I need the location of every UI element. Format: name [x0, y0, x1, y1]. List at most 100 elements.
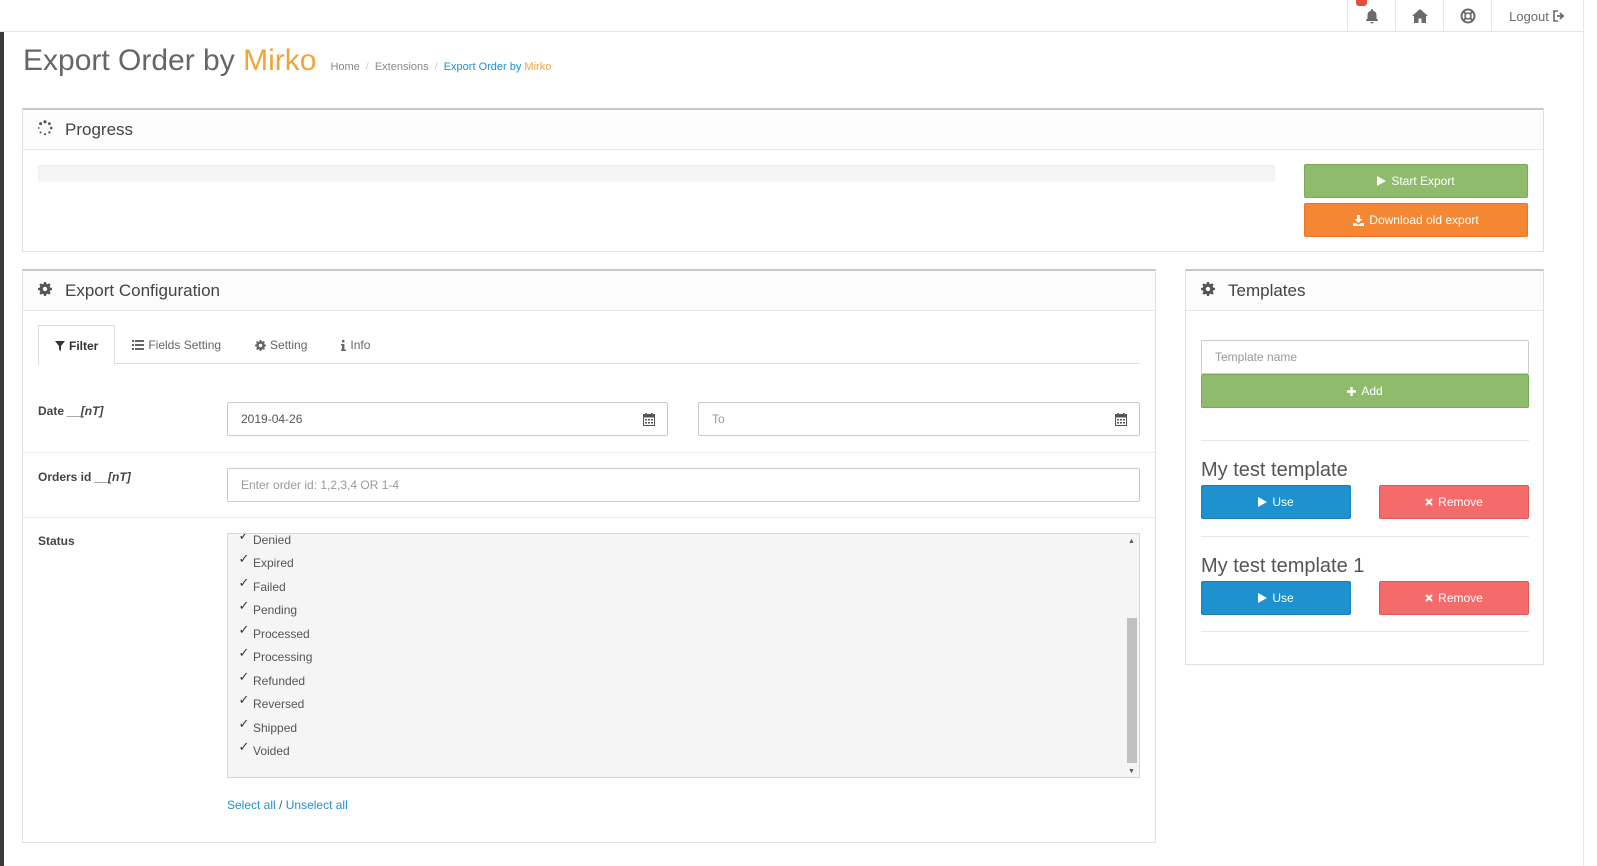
status-checkbox-item[interactable]: ✓ Refunded: [238, 669, 312, 693]
close-icon: [1425, 498, 1433, 506]
calendar-icon: [1114, 412, 1127, 426]
download-icon: [1353, 214, 1365, 226]
scroll-up-icon[interactable]: ▲: [1128, 538, 1135, 545]
select-links-separator: /: [279, 798, 283, 812]
checkmark-icon[interactable]: ✓: [238, 646, 250, 659]
scroll-down-icon[interactable]: ▼: [1128, 768, 1135, 775]
start-export-button[interactable]: Start Export: [1304, 164, 1528, 198]
checkmark-icon[interactable]: ✓: [238, 599, 250, 612]
checkmark-icon[interactable]: ✓: [238, 623, 250, 636]
status-checkbox-item[interactable]: ✓ Processing: [238, 646, 313, 670]
play-icon: [1258, 497, 1268, 507]
tab-setting[interactable]: Setting: [238, 325, 324, 364]
tab-filter[interactable]: Filter: [38, 325, 116, 365]
progress-panel-heading: Progress: [23, 110, 1543, 150]
date-to-calendar-button[interactable]: [1102, 402, 1140, 436]
spinner-icon: [37, 119, 53, 140]
tab-setting-label: Setting: [270, 338, 308, 352]
status-checkbox-label: Pending: [253, 603, 298, 618]
list-icon: [132, 340, 145, 350]
export-progress-bar: [38, 165, 1275, 182]
date-to-input[interactable]: To: [698, 402, 1103, 436]
status-checkbox-label: Shipped: [253, 720, 298, 735]
gear-icon: [255, 339, 267, 351]
remove-template-label: Remove: [1438, 591, 1483, 605]
use-template-label: Use: [1272, 591, 1294, 605]
breadcrumb-extensions[interactable]: Extensions: [375, 61, 429, 73]
checkmark-icon[interactable]: ✓: [238, 693, 250, 706]
use-template-button[interactable]: Use: [1201, 581, 1351, 615]
status-checkbox-label: Processing: [253, 650, 313, 665]
status-checkbox-item[interactable]: ✓ Shipped: [238, 716, 312, 740]
status-checkbox-label: Failed: [253, 579, 286, 594]
template-name-input[interactable]: Template name: [1201, 340, 1529, 374]
templates-heading: Templates: [1228, 280, 1306, 300]
download-old-export-button[interactable]: Download old export: [1304, 203, 1528, 237]
status-checkbox-label: Reversed: [253, 697, 305, 712]
orders-id-row: Orders id __[nT] Enter order id: 1,2,3,4…: [23, 453, 1155, 518]
select-all-link[interactable]: Select all: [227, 798, 276, 812]
remove-template-button[interactable]: Remove: [1379, 581, 1529, 615]
logout-button[interactable]: Logout: [1491, 0, 1583, 32]
date-from-input[interactable]: 2019-04-26: [227, 402, 631, 436]
status-checkbox-item[interactable]: ✓ Pending: [238, 599, 312, 623]
status-checkbox-item[interactable]: ✓ Processed: [238, 622, 312, 646]
help-button[interactable]: [1443, 0, 1491, 32]
date-row: Date __[nT] 2019-04-26 To: [23, 386, 1155, 453]
status-checkbox-item[interactable]: ✓ Denied: [238, 533, 312, 552]
template-divider: [1201, 440, 1529, 441]
home-icon: [1411, 9, 1428, 23]
checkmark-icon[interactable]: ✓: [238, 670, 250, 683]
top-navbar: Logout: [0, 0, 1583, 32]
checkmark-icon[interactable]: ✓: [238, 552, 250, 565]
checkmark-icon[interactable]: ✓: [238, 576, 250, 589]
config-heading: Export Configuration: [65, 280, 220, 300]
date-label-hint: __[nT]: [67, 404, 104, 418]
scroll-thumb[interactable]: [1127, 618, 1137, 763]
templates-panel-heading: Templates: [1186, 271, 1543, 311]
checkmark-icon[interactable]: ✓: [238, 534, 250, 542]
breadcrumb-home[interactable]: Home: [330, 61, 359, 73]
checkmark-icon[interactable]: ✓: [238, 740, 250, 753]
page-title-main: Export Order by: [23, 44, 235, 77]
template-divider: [1201, 536, 1529, 537]
status-checkbox-item[interactable]: ✓ Reversed: [238, 693, 312, 717]
home-button[interactable]: [1395, 0, 1443, 32]
breadcrumb-current-main: Export Order by: [443, 61, 522, 73]
status-checkbox-label: Processed: [253, 626, 310, 641]
status-checkbox-item[interactable]: ✓ Voided: [238, 740, 312, 764]
status-checkbox-label: Denied: [253, 533, 292, 547]
status-checkbox-label: Refunded: [253, 673, 306, 688]
logout-label: Logout: [1509, 8, 1549, 24]
date-label-text: Date: [38, 404, 65, 418]
progress-heading: Progress: [65, 119, 134, 139]
date-from-calendar-button[interactable]: [630, 402, 668, 436]
status-list-scrollbar[interactable]: ▲ ▼: [1126, 534, 1139, 777]
breadcrumb-current[interactable]: Export Order by Mirko: [444, 61, 552, 73]
bell-icon: [1365, 9, 1378, 24]
templates-panel: Templates Template name Add My test temp…: [1185, 269, 1544, 665]
remove-template-button[interactable]: Remove: [1379, 485, 1529, 519]
remove-template-label: Remove: [1438, 495, 1483, 509]
close-icon: [1425, 594, 1433, 602]
filter-icon: [55, 340, 65, 351]
use-template-button[interactable]: Use: [1201, 485, 1351, 519]
template-divider: [1201, 631, 1529, 632]
add-template-button[interactable]: Add: [1201, 374, 1529, 408]
orders-id-input[interactable]: Enter order id: 1,2,3,4 OR 1-4: [227, 468, 1140, 502]
checkmark-icon[interactable]: ✓: [238, 717, 250, 730]
tab-fields-setting[interactable]: Fields Setting: [115, 325, 238, 364]
add-template-label: Add: [1361, 384, 1383, 398]
notifications-button[interactable]: [1347, 0, 1395, 32]
status-list: ✓ Denied ✓ Expired ✓ Failed ✓ Pending ✓ Processed…: [238, 533, 313, 764]
calendar-icon: [642, 412, 655, 426]
window-scrollbar[interactable]: [1583, 0, 1597, 866]
status-checkbox-list[interactable]: ✓ Denied ✓ Expired ✓ Failed ✓ Pending ✓ Processed…: [227, 533, 1140, 778]
unselect-all-link[interactable]: Unselect all: [286, 798, 348, 812]
tab-info[interactable]: Info: [324, 325, 387, 364]
page-title: Export Order by Mirko: [23, 44, 316, 78]
status-checkbox-item[interactable]: ✓ Expired: [238, 552, 312, 576]
status-checkbox-item[interactable]: ✓ Failed: [238, 575, 312, 599]
orders-id-label-text: Orders id: [38, 470, 92, 484]
notification-badge: [1356, 0, 1367, 6]
